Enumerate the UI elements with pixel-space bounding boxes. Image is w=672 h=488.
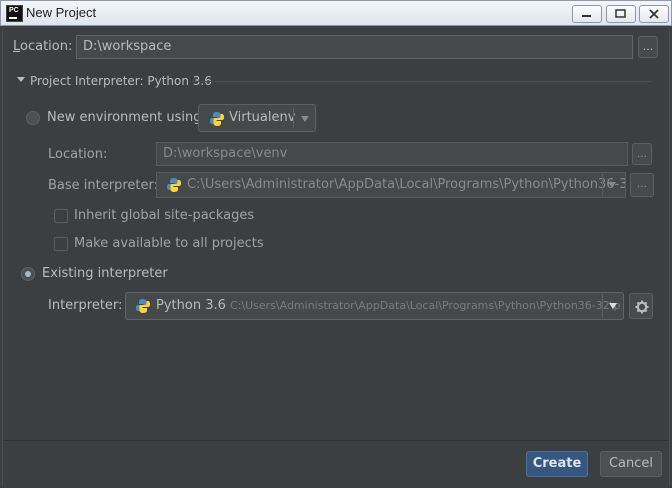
location-label: Location: (13, 39, 73, 54)
interpreter-settings-button[interactable] (629, 293, 653, 319)
maximize-button[interactable] (606, 5, 636, 23)
location-browse-button[interactable]: ... (638, 36, 658, 58)
existing-interpreter-radio[interactable] (21, 267, 35, 281)
window-title: New Project (26, 5, 97, 20)
interpreter-path: C:\Users\Administrator\AppData\Local\Pro… (230, 299, 621, 312)
location-input[interactable]: D:\workspace (76, 35, 633, 59)
new-environment-radio[interactable] (26, 111, 40, 125)
section-title: Project Interpreter: Python 3.6 (30, 74, 212, 88)
footer-divider (3, 440, 669, 441)
dropdown-arrow-icon (609, 303, 617, 309)
combo-separator (602, 174, 603, 196)
base-interpreter-value: C:\Users\Administrator\AppData\Local\Pro… (187, 177, 626, 192)
venv-location-browse-button[interactable]: ... (632, 143, 652, 165)
title-bar: PC New Project (0, 0, 672, 26)
combo-separator (602, 294, 603, 318)
maximize-icon (615, 9, 626, 18)
gear-icon (635, 300, 649, 314)
venv-location-label: Location: (48, 147, 108, 162)
minimize-icon (582, 15, 591, 17)
base-interpreter-select[interactable]: C:\Users\Administrator\AppData\Local\Pro… (156, 172, 626, 198)
inherit-packages-checkbox[interactable] (54, 209, 68, 223)
section-divider (192, 81, 652, 82)
dialog-body (2, 26, 670, 486)
close-button[interactable] (639, 5, 669, 23)
create-button[interactable]: Create (526, 451, 588, 477)
python-icon (136, 299, 150, 313)
interpreter-label: Interpreter: (48, 298, 123, 313)
base-interpreter-label: Base interpreter: (48, 178, 158, 193)
base-interpreter-browse-button[interactable]: ... (630, 173, 654, 197)
environment-tool-value: Virtualenv (229, 110, 296, 125)
dropdown-arrow-icon (301, 116, 309, 122)
pycharm-logo-icon: PC (6, 5, 23, 22)
combo-separator (293, 108, 294, 128)
triangle-down-icon[interactable] (17, 76, 25, 84)
cancel-button[interactable]: Cancel (600, 451, 662, 477)
venv-location-input[interactable]: D:\workspace\venv (156, 142, 628, 166)
environment-tool-select[interactable]: Virtualenv (198, 104, 316, 132)
close-icon (649, 9, 659, 19)
inherit-packages-label: Inherit global site-packages (74, 208, 255, 223)
make-available-label: Make available to all projects (74, 236, 264, 251)
python-icon (167, 178, 181, 192)
location-label-rest: ocation: (20, 39, 73, 54)
interpreter-select[interactable]: Python 3.6 C:\Users\Administrator\AppDat… (125, 292, 624, 320)
make-available-checkbox[interactable] (54, 237, 68, 251)
python-icon (210, 112, 224, 126)
interpreter-name: Python 3.6 (156, 298, 226, 313)
new-environment-label: New environment using (47, 110, 202, 125)
existing-interpreter-label: Existing interpreter (42, 266, 168, 281)
minimize-button[interactable] (572, 5, 602, 23)
dropdown-arrow-icon (608, 182, 616, 188)
